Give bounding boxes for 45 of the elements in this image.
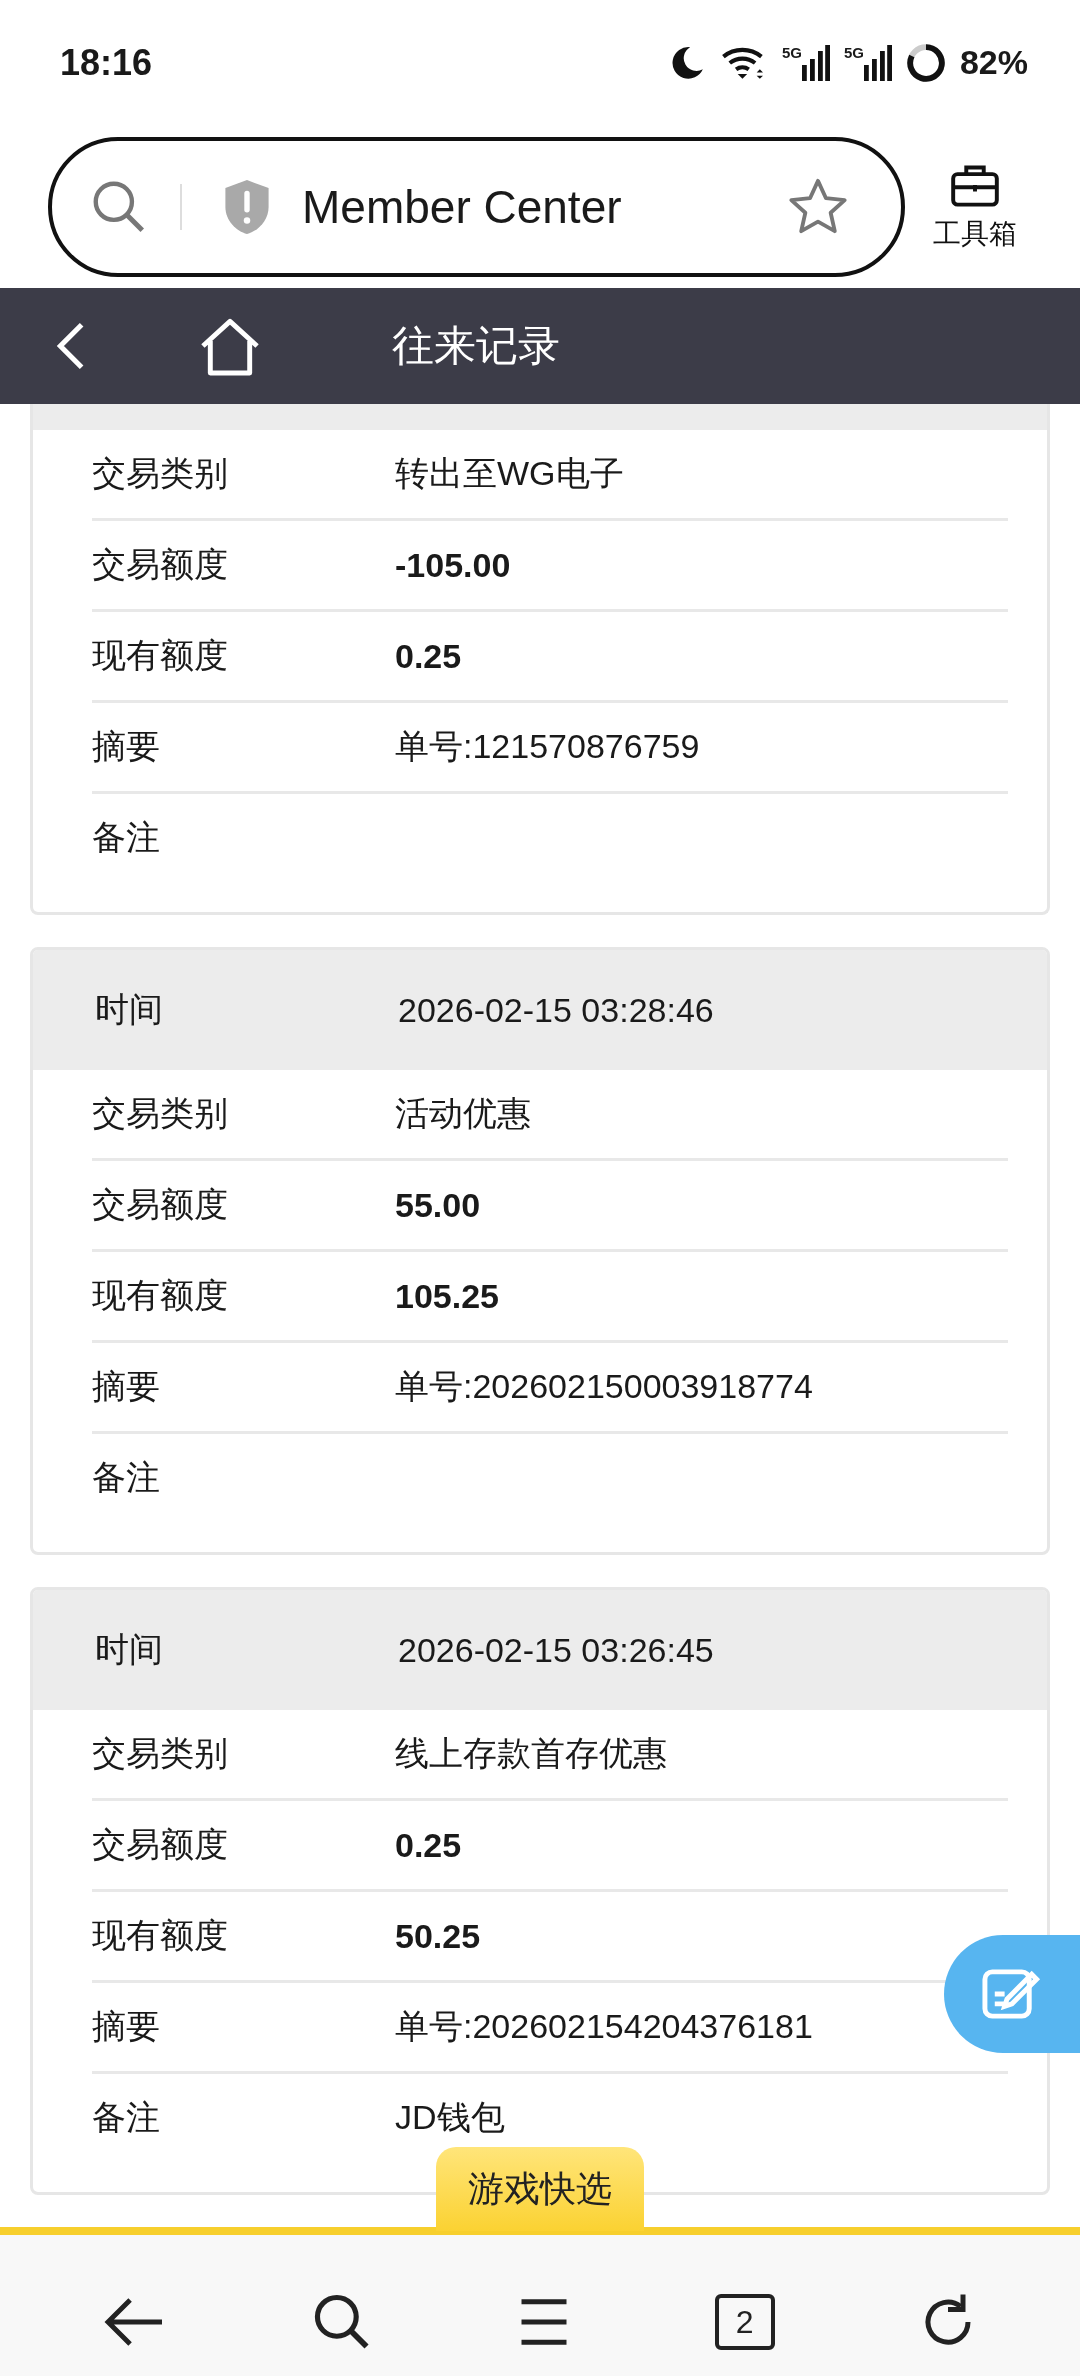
- field-value: JD钱包: [395, 2097, 505, 2138]
- signal-icon: [863, 44, 892, 81]
- page-title: Member Center: [302, 179, 623, 234]
- field-label: 备注: [92, 2097, 161, 2138]
- amount-value: 0.25: [395, 636, 462, 676]
- field-label: 备注: [92, 1457, 161, 1498]
- tabs-button[interactable]: 2: [714, 2294, 775, 2350]
- field-value: 单号:121570876759: [395, 726, 700, 767]
- field-label: 交易类别: [92, 453, 229, 494]
- field-value: 转出至WG电子: [395, 453, 624, 494]
- time-label: 时间: [95, 1629, 164, 1670]
- network-label: 5G: [781, 44, 802, 60]
- field-label: 交易额度: [92, 1184, 229, 1225]
- quick-select-tab[interactable]: 游戏快选: [436, 2147, 644, 2231]
- toolbox-button[interactable]: 工具箱: [933, 160, 1017, 253]
- time-value: 2026-02-15 03:26:45: [398, 1630, 714, 1670]
- battery-icon: [905, 42, 946, 83]
- network-label: 5G: [843, 44, 864, 60]
- field-label: 交易额度: [92, 1824, 229, 1865]
- amount-value: -105.00: [395, 545, 511, 585]
- field-value: 线上存款首存优惠: [395, 1733, 667, 1774]
- clock: 18:16: [60, 41, 154, 84]
- amount-value: 0.25: [395, 1825, 462, 1865]
- field-value: 单号:202602150003918774: [395, 1366, 813, 1407]
- amount-value: 55.00: [395, 1185, 481, 1225]
- field-label: 交易类别: [92, 1733, 229, 1774]
- battery-level: 82%: [959, 43, 1028, 82]
- field-label: 现有额度: [92, 1915, 229, 1956]
- time-value: 2026-02-15 03:28:46: [398, 990, 714, 1030]
- amount-value: 105.25: [395, 1276, 499, 1316]
- header-title: 往来记录: [392, 321, 560, 371]
- field-value: 活动优惠: [395, 1093, 531, 1134]
- field-value: 单号:202602154204376181: [395, 2006, 813, 2047]
- field-label: 交易额度: [92, 544, 229, 585]
- field-label: 摘要: [92, 1366, 161, 1407]
- amount-value: 50.25: [395, 1916, 481, 1956]
- field-label: 现有额度: [92, 1275, 229, 1316]
- field-label: 现有额度: [92, 635, 229, 676]
- field-label: 交易类别: [92, 1093, 229, 1134]
- address-bar[interactable]: Member Center: [48, 136, 905, 277]
- field-label: 摘要: [92, 726, 161, 767]
- field-label: 备注: [92, 817, 161, 858]
- field-label: 摘要: [92, 2006, 161, 2047]
- signal-icon: [801, 44, 830, 81]
- time-label: 时间: [95, 989, 164, 1030]
